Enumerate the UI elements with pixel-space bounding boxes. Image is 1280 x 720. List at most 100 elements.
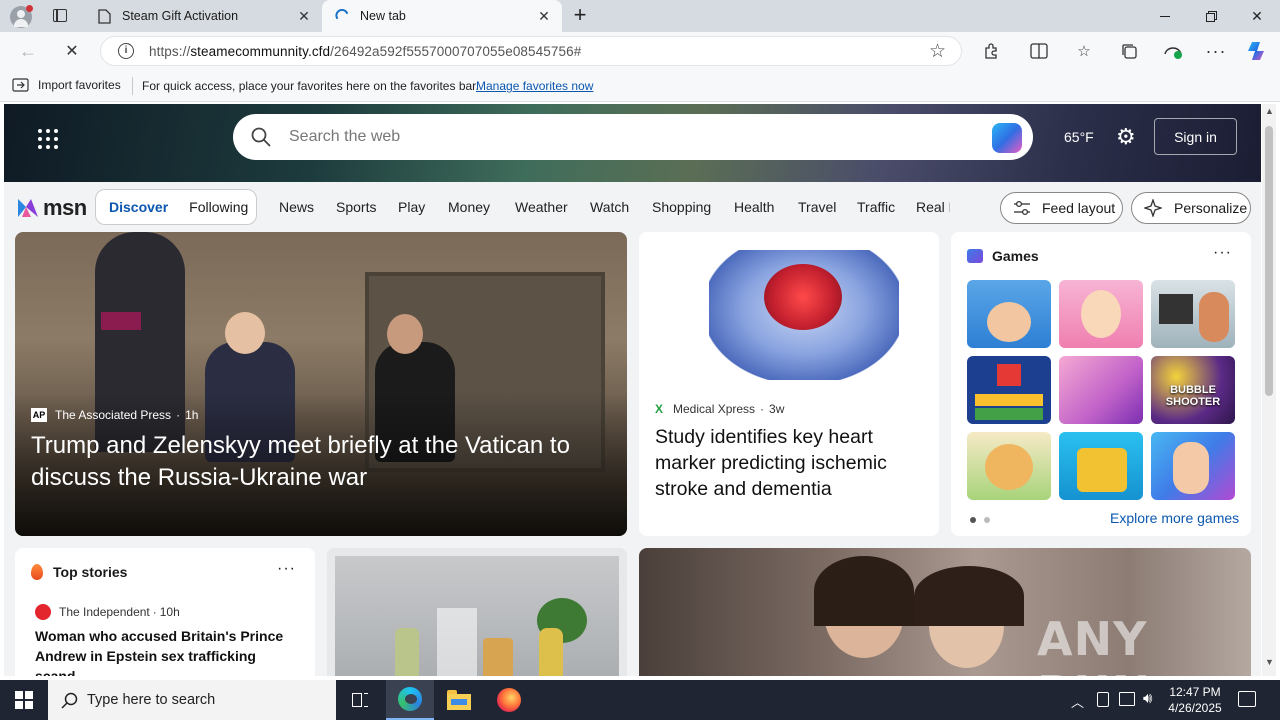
app-launcher-icon[interactable] xyxy=(38,129,58,149)
url-text: https://steamecommunnity.cfd/26492a592f5… xyxy=(149,44,582,59)
more-menu-icon[interactable]: ··· xyxy=(1203,38,1229,64)
personalize-button[interactable]: Personalize xyxy=(1131,192,1251,224)
tab-new-tab[interactable]: New tab ✕ xyxy=(322,0,562,32)
game-thumb[interactable] xyxy=(967,356,1051,424)
stop-loading-icon[interactable]: ✕ xyxy=(59,38,85,64)
friends-image-card[interactable]: ANY RUN xyxy=(639,548,1251,676)
edge-taskbar-icon[interactable] xyxy=(386,680,434,720)
network-icon[interactable] xyxy=(1119,692,1135,706)
settings-gear-icon[interactable]: ⚙ xyxy=(1116,126,1136,148)
weather-temp[interactable]: 65°F xyxy=(1064,129,1094,145)
hero-background: Search the web 65°F ⚙ Sign in xyxy=(4,104,1261,182)
medical-news-card[interactable]: X Medical Xpress · 3w Study identifies k… xyxy=(639,232,939,536)
nav-sports[interactable]: Sports xyxy=(336,199,376,215)
hero-headline[interactable]: Trump and Zelenskyy meet briefly at the … xyxy=(31,430,616,494)
profile-icon[interactable] xyxy=(10,5,33,28)
performance-icon[interactable] xyxy=(1160,38,1186,64)
kitchen-image-card[interactable] xyxy=(327,548,627,676)
games-title: Games xyxy=(992,248,1039,264)
tray-device-icon[interactable] xyxy=(1097,692,1109,707)
notifications-icon[interactable] xyxy=(1238,691,1256,707)
web-search-box[interactable]: Search the web xyxy=(233,114,1033,160)
tray-chevron-icon[interactable]: ︿ xyxy=(1071,692,1084,711)
file-explorer-icon[interactable] xyxy=(447,690,471,710)
sign-in-label: Sign in xyxy=(1174,128,1217,145)
msn-new-tab-page: Search the web 65°F ⚙ Sign in msn Discov… xyxy=(4,104,1261,676)
nav-traffic[interactable]: Traffic xyxy=(857,199,895,215)
hero-news-card[interactable]: AP The Associated Press · 1h Trump and Z… xyxy=(15,232,627,536)
game-thumb[interactable]: BUBBLE SHOOTER xyxy=(1151,356,1235,424)
game-thumb[interactable] xyxy=(967,280,1051,348)
address-bar[interactable]: i https://steamecommunnity.cfd/26492a592… xyxy=(100,36,962,66)
game-thumb[interactable] xyxy=(1059,280,1143,348)
msn-logo[interactable]: msn xyxy=(16,195,87,221)
msn-butterfly-icon xyxy=(18,199,38,217)
explore-more-games-link[interactable]: Explore more games xyxy=(1110,510,1239,526)
games-header: Games xyxy=(967,248,1039,264)
game-thumb[interactable] xyxy=(1151,432,1235,500)
import-icon xyxy=(12,78,29,92)
collections-icon[interactable] xyxy=(1116,38,1142,64)
copilot-search-icon[interactable] xyxy=(992,123,1022,153)
clock-time: 12:47 PM xyxy=(1169,685,1221,699)
sign-in-button[interactable]: Sign in xyxy=(1154,118,1237,155)
tab-following[interactable]: Following xyxy=(189,199,248,215)
game-thumb[interactable] xyxy=(967,432,1051,500)
close-window-button[interactable]: ✕ xyxy=(1234,0,1280,32)
nav-shopping[interactable]: Shopping xyxy=(652,199,711,215)
game-thumb[interactable] xyxy=(1059,356,1143,424)
nav-health[interactable]: Health xyxy=(734,199,774,215)
nav-watch[interactable]: Watch xyxy=(590,199,629,215)
close-tab-icon[interactable]: ✕ xyxy=(294,8,314,25)
carousel-dots[interactable] xyxy=(970,517,990,523)
top-stories-more-icon[interactable]: ··· xyxy=(277,560,296,578)
scrollbar-thumb[interactable] xyxy=(1265,126,1273,396)
task-view-icon[interactable] xyxy=(350,691,370,709)
taskbar-search[interactable]: Type here to search xyxy=(48,680,336,720)
tab-actions-icon[interactable] xyxy=(53,9,67,22)
nav-weather[interactable]: Weather xyxy=(515,199,568,215)
bubble-shooter-text: BUBBLE SHOOTER xyxy=(1165,384,1221,408)
manage-favorites-link[interactable]: Manage favorites now xyxy=(476,79,593,93)
top-stories-title: Top stories xyxy=(53,564,128,580)
story-headline[interactable]: Woman who accused Britain's Prince Andre… xyxy=(35,626,300,676)
split-screen-icon[interactable] xyxy=(1026,38,1052,64)
medical-headline[interactable]: Study identifies key heart marker predic… xyxy=(655,424,927,502)
import-favorites-button[interactable]: Import favorites xyxy=(12,78,121,92)
new-tab-button[interactable]: + xyxy=(568,4,592,28)
volume-icon[interactable]: 🔊︎ xyxy=(1143,690,1152,707)
page-scrollbar[interactable]: ▲ ▼ xyxy=(1262,104,1276,676)
search-input[interactable]: Search the web xyxy=(289,128,400,146)
firefox-icon[interactable] xyxy=(497,688,521,712)
tab-steam-gift[interactable]: Steam Gift Activation ✕ xyxy=(84,0,322,32)
favorite-star-icon[interactable]: ☆ xyxy=(929,40,946,63)
nav-travel[interactable]: Travel xyxy=(798,199,836,215)
favorites-icon[interactable]: ☆ xyxy=(1071,38,1097,64)
nav-money[interactable]: Money xyxy=(448,199,490,215)
games-more-icon[interactable]: ··· xyxy=(1213,244,1232,262)
tab-discover[interactable]: Discover xyxy=(109,199,168,215)
search-icon xyxy=(61,692,78,709)
game-thumb[interactable] xyxy=(1059,432,1143,500)
medical-age: 3w xyxy=(769,402,785,416)
anyrun-watermark: ANY RUN xyxy=(1037,612,1150,676)
site-info-icon[interactable]: i xyxy=(118,43,134,59)
extensions-icon[interactable] xyxy=(978,38,1004,64)
feed-layout-button[interactable]: Feed layout xyxy=(1000,192,1123,224)
independent-logo-icon xyxy=(35,604,51,620)
nav-play[interactable]: Play xyxy=(398,199,425,215)
start-button[interactable] xyxy=(15,691,33,709)
restore-button[interactable] xyxy=(1188,0,1234,32)
clock[interactable]: 12:47 PM 4/26/2025 xyxy=(1166,684,1224,716)
favorites-divider xyxy=(132,77,133,95)
game-thumb[interactable] xyxy=(1151,280,1235,348)
back-icon[interactable]: ← xyxy=(15,38,41,64)
minimize-button[interactable] xyxy=(1142,0,1188,32)
nav-real-estate[interactable]: Real E xyxy=(916,199,950,215)
taskbar-search-input[interactable]: Type here to search xyxy=(87,692,215,708)
page-icon xyxy=(96,8,112,24)
close-tab-icon[interactable]: ✕ xyxy=(534,8,554,25)
copilot-icon[interactable] xyxy=(1244,38,1270,64)
nav-news[interactable]: News xyxy=(279,199,314,215)
msn-nav-bar: msn Discover Following News Sports Play … xyxy=(4,182,1261,232)
